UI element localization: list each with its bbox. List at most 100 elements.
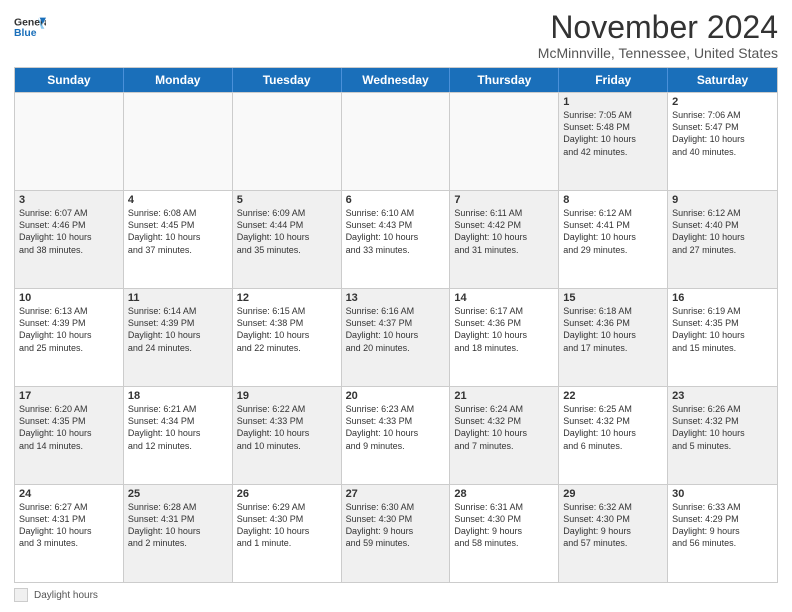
day-number: 5 [237, 194, 337, 206]
cal-cell-day-19: 19Sunrise: 6:22 AM Sunset: 4:33 PM Dayli… [233, 387, 342, 484]
day-number: 21 [454, 390, 554, 402]
day-number: 9 [672, 194, 773, 206]
cal-row-0: 1Sunrise: 7:05 AM Sunset: 5:48 PM Daylig… [15, 92, 777, 190]
cal-cell-empty-0-2 [233, 93, 342, 190]
calendar-header: SundayMondayTuesdayWednesdayThursdayFrid… [15, 68, 777, 92]
header: General Blue November 2024 McMinnville, … [14, 10, 778, 61]
cal-cell-empty-0-0 [15, 93, 124, 190]
day-info: Sunrise: 6:19 AM Sunset: 4:35 PM Dayligh… [672, 305, 773, 354]
day-number: 2 [672, 96, 773, 108]
day-info: Sunrise: 6:20 AM Sunset: 4:35 PM Dayligh… [19, 403, 119, 452]
cal-cell-day-29: 29Sunrise: 6:32 AM Sunset: 4:30 PM Dayli… [559, 485, 668, 582]
day-info: Sunrise: 7:06 AM Sunset: 5:47 PM Dayligh… [672, 109, 773, 158]
header-day-saturday: Saturday [668, 68, 777, 92]
day-info: Sunrise: 6:29 AM Sunset: 4:30 PM Dayligh… [237, 501, 337, 550]
day-number: 1 [563, 96, 663, 108]
cal-cell-day-25: 25Sunrise: 6:28 AM Sunset: 4:31 PM Dayli… [124, 485, 233, 582]
logo: General Blue [14, 10, 46, 42]
cal-cell-day-2: 2Sunrise: 7:06 AM Sunset: 5:47 PM Daylig… [668, 93, 777, 190]
day-info: Sunrise: 6:13 AM Sunset: 4:39 PM Dayligh… [19, 305, 119, 354]
day-info: Sunrise: 6:08 AM Sunset: 4:45 PM Dayligh… [128, 207, 228, 256]
cal-cell-day-12: 12Sunrise: 6:15 AM Sunset: 4:38 PM Dayli… [233, 289, 342, 386]
cal-row-2: 10Sunrise: 6:13 AM Sunset: 4:39 PM Dayli… [15, 288, 777, 386]
day-info: Sunrise: 6:33 AM Sunset: 4:29 PM Dayligh… [672, 501, 773, 550]
day-number: 10 [19, 292, 119, 304]
day-number: 13 [346, 292, 446, 304]
legend-label: Daylight hours [34, 590, 98, 601]
cal-cell-day-27: 27Sunrise: 6:30 AM Sunset: 4:30 PM Dayli… [342, 485, 451, 582]
cal-cell-day-28: 28Sunrise: 6:31 AM Sunset: 4:30 PM Dayli… [450, 485, 559, 582]
cal-cell-day-10: 10Sunrise: 6:13 AM Sunset: 4:39 PM Dayli… [15, 289, 124, 386]
day-number: 14 [454, 292, 554, 304]
cal-cell-day-15: 15Sunrise: 6:18 AM Sunset: 4:36 PM Dayli… [559, 289, 668, 386]
day-info: Sunrise: 6:21 AM Sunset: 4:34 PM Dayligh… [128, 403, 228, 452]
cal-cell-day-9: 9Sunrise: 6:12 AM Sunset: 4:40 PM Daylig… [668, 191, 777, 288]
cal-cell-day-22: 22Sunrise: 6:25 AM Sunset: 4:32 PM Dayli… [559, 387, 668, 484]
day-number: 4 [128, 194, 228, 206]
day-info: Sunrise: 6:12 AM Sunset: 4:40 PM Dayligh… [672, 207, 773, 256]
cal-row-1: 3Sunrise: 6:07 AM Sunset: 4:46 PM Daylig… [15, 190, 777, 288]
day-info: Sunrise: 6:30 AM Sunset: 4:30 PM Dayligh… [346, 501, 446, 550]
day-number: 17 [19, 390, 119, 402]
day-number: 30 [672, 488, 773, 500]
day-info: Sunrise: 6:25 AM Sunset: 4:32 PM Dayligh… [563, 403, 663, 452]
logo-icon: General Blue [14, 14, 46, 42]
cal-cell-day-20: 20Sunrise: 6:23 AM Sunset: 4:33 PM Dayli… [342, 387, 451, 484]
day-number: 8 [563, 194, 663, 206]
day-info: Sunrise: 6:17 AM Sunset: 4:36 PM Dayligh… [454, 305, 554, 354]
day-info: Sunrise: 6:27 AM Sunset: 4:31 PM Dayligh… [19, 501, 119, 550]
day-info: Sunrise: 7:05 AM Sunset: 5:48 PM Dayligh… [563, 109, 663, 158]
header-day-thursday: Thursday [450, 68, 559, 92]
day-info: Sunrise: 6:26 AM Sunset: 4:32 PM Dayligh… [672, 403, 773, 452]
day-number: 15 [563, 292, 663, 304]
title-block: November 2024 McMinnville, Tennessee, Un… [538, 10, 778, 61]
cal-cell-day-18: 18Sunrise: 6:21 AM Sunset: 4:34 PM Dayli… [124, 387, 233, 484]
day-number: 11 [128, 292, 228, 304]
cal-cell-day-17: 17Sunrise: 6:20 AM Sunset: 4:35 PM Dayli… [15, 387, 124, 484]
day-number: 29 [563, 488, 663, 500]
legend-box [14, 588, 28, 602]
day-info: Sunrise: 6:32 AM Sunset: 4:30 PM Dayligh… [563, 501, 663, 550]
cal-cell-day-6: 6Sunrise: 6:10 AM Sunset: 4:43 PM Daylig… [342, 191, 451, 288]
header-day-tuesday: Tuesday [233, 68, 342, 92]
day-number: 18 [128, 390, 228, 402]
cal-cell-empty-0-1 [124, 93, 233, 190]
page: General Blue November 2024 McMinnville, … [0, 0, 792, 612]
day-number: 19 [237, 390, 337, 402]
day-info: Sunrise: 6:16 AM Sunset: 4:37 PM Dayligh… [346, 305, 446, 354]
day-info: Sunrise: 6:18 AM Sunset: 4:36 PM Dayligh… [563, 305, 663, 354]
cal-cell-day-14: 14Sunrise: 6:17 AM Sunset: 4:36 PM Dayli… [450, 289, 559, 386]
day-number: 26 [237, 488, 337, 500]
cal-cell-day-1: 1Sunrise: 7:05 AM Sunset: 5:48 PM Daylig… [559, 93, 668, 190]
cal-cell-day-21: 21Sunrise: 6:24 AM Sunset: 4:32 PM Dayli… [450, 387, 559, 484]
cal-cell-day-11: 11Sunrise: 6:14 AM Sunset: 4:39 PM Dayli… [124, 289, 233, 386]
cal-cell-day-7: 7Sunrise: 6:11 AM Sunset: 4:42 PM Daylig… [450, 191, 559, 288]
day-number: 20 [346, 390, 446, 402]
header-day-friday: Friday [559, 68, 668, 92]
header-day-monday: Monday [124, 68, 233, 92]
cal-cell-empty-0-3 [342, 93, 451, 190]
cal-cell-day-30: 30Sunrise: 6:33 AM Sunset: 4:29 PM Dayli… [668, 485, 777, 582]
cal-cell-day-8: 8Sunrise: 6:12 AM Sunset: 4:41 PM Daylig… [559, 191, 668, 288]
cal-cell-day-16: 16Sunrise: 6:19 AM Sunset: 4:35 PM Dayli… [668, 289, 777, 386]
cal-cell-day-5: 5Sunrise: 6:09 AM Sunset: 4:44 PM Daylig… [233, 191, 342, 288]
day-info: Sunrise: 6:31 AM Sunset: 4:30 PM Dayligh… [454, 501, 554, 550]
day-info: Sunrise: 6:09 AM Sunset: 4:44 PM Dayligh… [237, 207, 337, 256]
day-number: 25 [128, 488, 228, 500]
day-info: Sunrise: 6:23 AM Sunset: 4:33 PM Dayligh… [346, 403, 446, 452]
cal-row-4: 24Sunrise: 6:27 AM Sunset: 4:31 PM Dayli… [15, 484, 777, 582]
header-day-wednesday: Wednesday [342, 68, 451, 92]
day-info: Sunrise: 6:10 AM Sunset: 4:43 PM Dayligh… [346, 207, 446, 256]
day-number: 16 [672, 292, 773, 304]
cal-row-3: 17Sunrise: 6:20 AM Sunset: 4:35 PM Dayli… [15, 386, 777, 484]
subtitle: McMinnville, Tennessee, United States [538, 45, 778, 61]
day-number: 27 [346, 488, 446, 500]
cal-cell-day-3: 3Sunrise: 6:07 AM Sunset: 4:46 PM Daylig… [15, 191, 124, 288]
day-info: Sunrise: 6:14 AM Sunset: 4:39 PM Dayligh… [128, 305, 228, 354]
cal-cell-day-26: 26Sunrise: 6:29 AM Sunset: 4:30 PM Dayli… [233, 485, 342, 582]
cal-cell-day-13: 13Sunrise: 6:16 AM Sunset: 4:37 PM Dayli… [342, 289, 451, 386]
day-number: 6 [346, 194, 446, 206]
day-number: 7 [454, 194, 554, 206]
cal-cell-day-24: 24Sunrise: 6:27 AM Sunset: 4:31 PM Dayli… [15, 485, 124, 582]
day-number: 23 [672, 390, 773, 402]
